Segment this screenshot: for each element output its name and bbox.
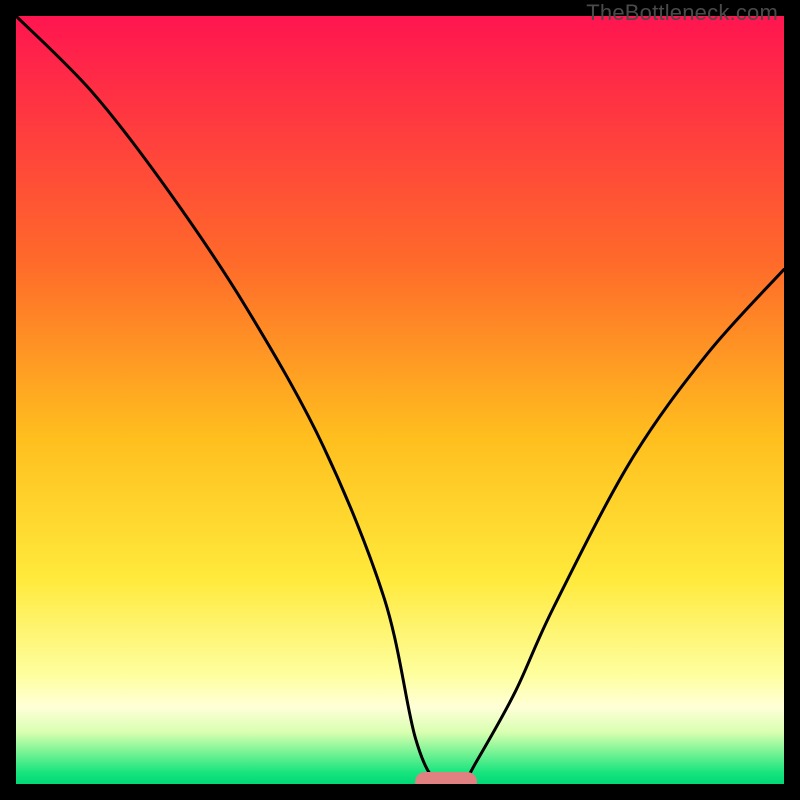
chart-frame (16, 16, 784, 784)
watermark-text: TheBottleneck.com (586, 0, 778, 26)
chart-svg (16, 16, 784, 784)
optimal-marker (415, 772, 477, 784)
